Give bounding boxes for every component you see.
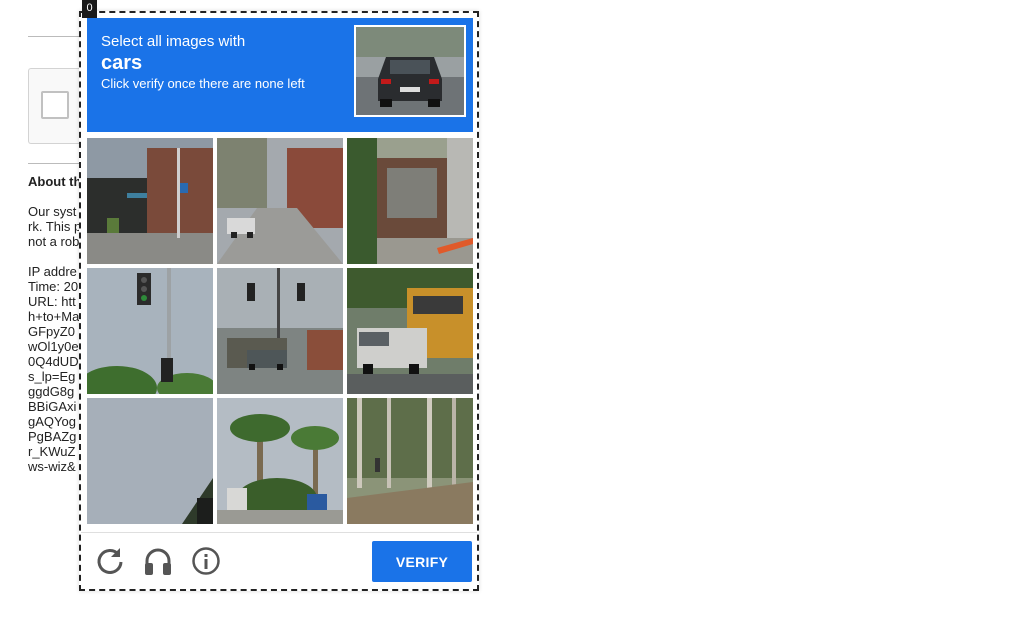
info-line: h+to+Ma (28, 309, 80, 324)
info-line: r_KWuZ (28, 444, 76, 459)
tile-image (217, 268, 343, 394)
image-tile[interactable] (87, 398, 213, 524)
instruction-subtext: Click verify once there are none left (101, 76, 305, 91)
reload-button[interactable] (94, 545, 126, 577)
verify-button[interactable]: VERIFY (372, 541, 472, 582)
tile-image (347, 268, 473, 394)
info-line: Time: 20 (28, 279, 79, 294)
image-tile[interactable] (217, 138, 343, 264)
target-object-text: cars (101, 52, 143, 74)
image-tile[interactable] (347, 268, 473, 394)
info-line: IP addre (28, 264, 77, 279)
headphones-icon (145, 548, 171, 575)
request-info: IP addre Time: 20 URL: htt h+to+Ma GFpyZ… (28, 264, 79, 474)
recaptcha-checkbox[interactable] (41, 91, 69, 119)
tile-image (217, 398, 343, 524)
image-tile[interactable] (217, 398, 343, 524)
image-tile[interactable] (347, 138, 473, 264)
info-line: 0Q4dUD (28, 354, 79, 369)
about-paragraph: Our syst rk. This p not a rob (28, 204, 81, 249)
info-line: PgBAZg (28, 429, 77, 444)
help-button[interactable] (190, 545, 222, 577)
info-line: s_lp=Eg (28, 369, 76, 384)
audio-challenge-button[interactable] (142, 545, 174, 577)
tile-image (217, 138, 343, 264)
info-line: GFpyZ0 (28, 324, 75, 339)
info-line: gAQYog (28, 414, 76, 429)
info-line: ws-wiz& (28, 459, 76, 474)
challenge-header: Select all images with cars Click verify… (87, 18, 473, 132)
footer-divider (81, 532, 477, 533)
info-line: URL: htt (28, 294, 76, 309)
image-tile[interactable] (347, 398, 473, 524)
paragraph-line: Our syst (28, 204, 77, 219)
info-line: wOl1y0e (28, 339, 79, 354)
reload-icon (97, 548, 123, 574)
about-heading: About th (28, 174, 82, 189)
tile-image (87, 398, 213, 524)
tile-image (87, 138, 213, 264)
tile-image (347, 398, 473, 524)
element-index-badge: 0 (82, 0, 97, 18)
info-icon (192, 547, 220, 575)
instruction-text: Select all images with (101, 33, 246, 50)
paragraph-line: rk. This p (28, 219, 82, 234)
image-tile[interactable] (87, 268, 213, 394)
tile-image (87, 268, 213, 394)
image-grid (87, 138, 473, 524)
paragraph-line: not a rob (28, 234, 80, 249)
image-tile[interactable] (217, 268, 343, 394)
image-tile[interactable] (87, 138, 213, 264)
sample-image-car (354, 25, 466, 117)
info-line: ggdG8g (28, 384, 75, 399)
tile-image (347, 138, 473, 264)
info-line: BBiGAxi (28, 399, 77, 414)
